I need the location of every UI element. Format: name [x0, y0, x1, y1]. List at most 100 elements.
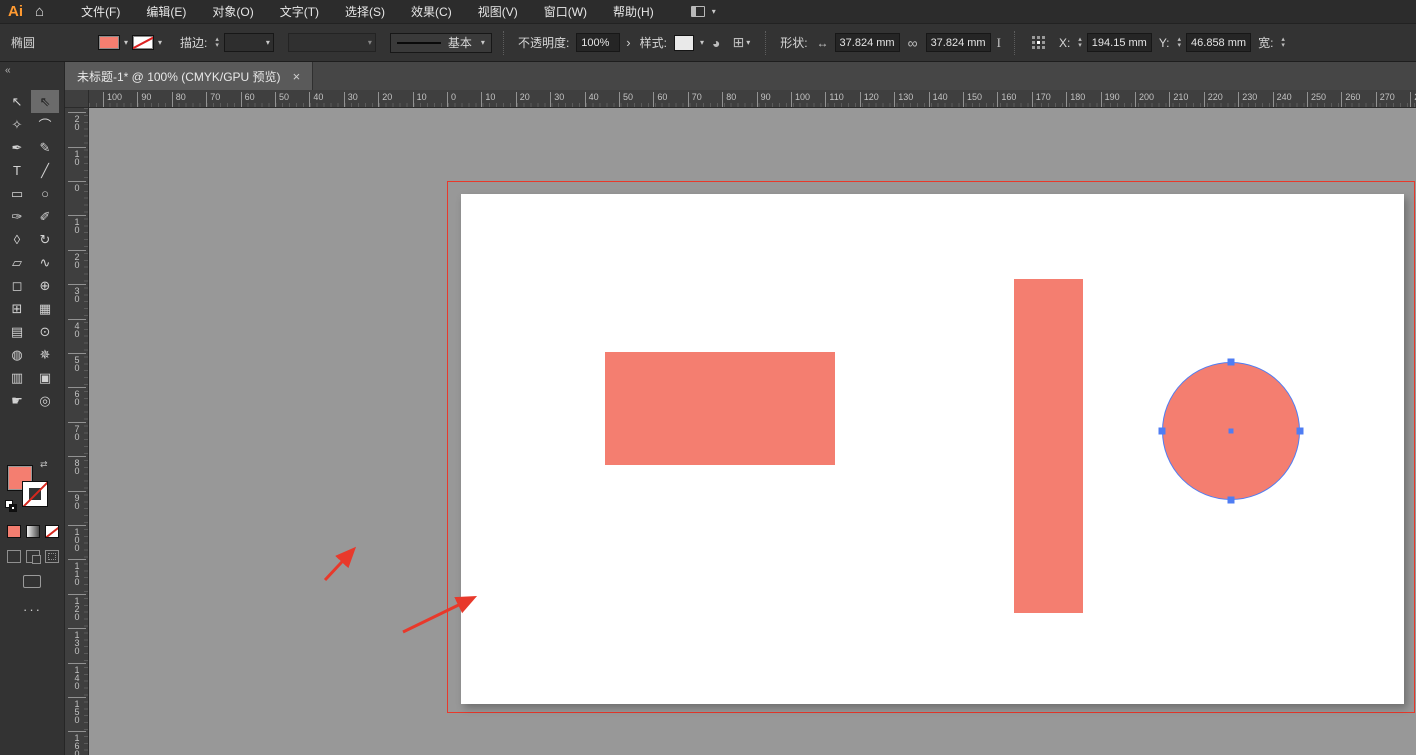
style-swatch[interactable]: [674, 35, 694, 51]
close-tab-icon[interactable]: ×: [293, 69, 301, 84]
artboard-tool[interactable]: ▣: [31, 366, 59, 389]
draw-inside-mode-icon[interactable]: [45, 550, 59, 563]
x-position-field[interactable]: 194.15 mm: [1087, 33, 1152, 52]
menu-file[interactable]: 文件(F): [68, 0, 133, 23]
ruler-label: 3 0: [68, 284, 86, 303]
x-stepper[interactable]: ▴▾: [1078, 37, 1082, 49]
free-transform-tool[interactable]: ◻: [3, 274, 31, 297]
anchor-point-left[interactable]: [1159, 428, 1166, 435]
canvas-area[interactable]: [89, 108, 1416, 755]
ruler-origin-corner[interactable]: [65, 90, 89, 108]
ref-point[interactable]: [1032, 46, 1035, 49]
menu-edit[interactable]: 编辑(E): [133, 0, 199, 23]
anchor-point-bottom[interactable]: [1228, 497, 1235, 504]
none-button[interactable]: [45, 525, 59, 538]
menu-effect[interactable]: 效果(C): [398, 0, 465, 23]
ellipse-tool[interactable]: ○: [31, 182, 59, 205]
menu-view[interactable]: 视图(V): [465, 0, 531, 23]
gradient-button[interactable]: [26, 525, 40, 538]
color-button[interactable]: [7, 525, 21, 538]
ref-point[interactable]: [1032, 36, 1035, 39]
fill-swatch[interactable]: [98, 35, 120, 50]
ref-point[interactable]: [1042, 46, 1045, 49]
menu-window[interactable]: 窗口(W): [531, 0, 600, 23]
stroke-weight-stepper[interactable]: ▴▾: [215, 37, 219, 49]
align-options-icon[interactable]: ⊞▾: [732, 34, 750, 51]
width-tool[interactable]: ∿: [31, 251, 59, 274]
rotate-tool[interactable]: ↻: [31, 228, 59, 251]
draw-behind-mode-icon[interactable]: [26, 550, 40, 563]
blend-tool[interactable]: ◍: [3, 343, 31, 366]
shape-height-field[interactable]: 37.824 mm: [926, 33, 991, 52]
perspective-grid-tool[interactable]: ⊞: [3, 297, 31, 320]
vertical-ruler[interactable]: 2 01 001 02 03 04 05 06 07 08 09 01 0 01…: [65, 108, 89, 755]
rectangle-tool[interactable]: ▭: [3, 182, 31, 205]
ref-point[interactable]: [1037, 36, 1040, 39]
ref-point-selected[interactable]: [1037, 41, 1040, 44]
width-profile-select[interactable]: ▾: [288, 33, 376, 52]
screen-mode-button[interactable]: [23, 575, 41, 588]
eyedropper-tool[interactable]: ⊙: [31, 320, 59, 343]
zoom-tool[interactable]: ◎: [31, 389, 59, 412]
draw-normal-mode-icon[interactable]: [7, 550, 21, 563]
symbol-sprayer-tool[interactable]: ✵: [31, 343, 59, 366]
ruler-label: 190: [1101, 92, 1120, 108]
control-bar: 椭圆 ▾ ▾ 描边: ▴▾ ▾ ▾ 基本 ▾ 不透明度: 100% › 样式: …: [0, 24, 1416, 62]
constrain-proportions-icon[interactable]: ∞: [908, 35, 918, 51]
center-point[interactable]: [1229, 429, 1234, 434]
pen-tool[interactable]: ✒: [3, 136, 31, 159]
anchor-point-top[interactable]: [1228, 359, 1235, 366]
shape-width-field[interactable]: 37.824 mm: [835, 33, 900, 52]
stroke-swatch[interactable]: [132, 35, 154, 50]
ref-point[interactable]: [1032, 41, 1035, 44]
pencil-tool[interactable]: ✐: [31, 205, 59, 228]
y-stepper[interactable]: ▴▾: [1178, 37, 1182, 49]
menu-type[interactable]: 文字(T): [267, 0, 332, 23]
anchor-point-right[interactable]: [1297, 428, 1304, 435]
opacity-field[interactable]: 100%: [576, 33, 620, 52]
salmon-rectangle-vertical[interactable]: [1014, 279, 1083, 613]
home-icon[interactable]: ⌂: [35, 3, 44, 20]
workspace-switcher[interactable]: ▾: [691, 6, 716, 17]
gradient-tool[interactable]: ▤: [3, 320, 31, 343]
menu-help[interactable]: 帮助(H): [600, 0, 667, 23]
ref-point[interactable]: [1042, 36, 1045, 39]
curvature-tool[interactable]: ✎: [31, 136, 59, 159]
recolor-artwork-icon[interactable]: ◕: [712, 35, 720, 51]
collapse-panel-icon[interactable]: «: [0, 62, 64, 78]
selection-tool[interactable]: ↖: [3, 90, 31, 113]
swap-fill-stroke-icon[interactable]: ⇄: [40, 459, 48, 470]
document-tab[interactable]: 未标题-1* @ 100% (CMYK/GPU 预览) ×: [65, 62, 313, 90]
default-fill-stroke-icon[interactable]: [5, 500, 19, 514]
ref-point[interactable]: [1037, 46, 1040, 49]
line-segment-tool[interactable]: ╱: [31, 159, 59, 182]
type-tool[interactable]: T: [3, 159, 31, 182]
magic-wand-tool[interactable]: ✧: [3, 113, 31, 136]
eraser-tool[interactable]: ◊: [3, 228, 31, 251]
stroke-weight-select[interactable]: ▾: [224, 33, 274, 52]
stroke-color-box[interactable]: [22, 481, 48, 507]
hand-tool[interactable]: ☛: [3, 389, 31, 412]
salmon-rectangle-horizontal[interactable]: [605, 352, 835, 465]
chevron-down-icon[interactable]: ▾: [700, 38, 704, 47]
width-stepper[interactable]: ▴▾: [1281, 37, 1285, 49]
stroke-color-control[interactable]: ▾: [132, 35, 162, 50]
mesh-tool[interactable]: ▦: [31, 297, 59, 320]
brush-definition-select[interactable]: 基本 ▾: [390, 33, 492, 53]
fill-color-control[interactable]: ▾: [98, 35, 128, 50]
lasso-tool[interactable]: ⌒: [31, 113, 59, 136]
menu-select[interactable]: 选择(S): [332, 0, 398, 23]
horizontal-ruler[interactable]: 1009080706050403020100102030405060708090…: [89, 90, 1416, 108]
paintbrush-tool[interactable]: ✑: [3, 205, 31, 228]
scale-tool[interactable]: ▱: [3, 251, 31, 274]
opacity-panel-arrow[interactable]: ›: [626, 35, 630, 50]
shape-builder-tool[interactable]: ⊕: [31, 274, 59, 297]
direct-selection-tool[interactable]: ⇖: [31, 90, 59, 113]
y-position-field[interactable]: 46.858 mm: [1186, 33, 1251, 52]
menu-object[interactable]: 对象(O): [199, 0, 266, 23]
reference-point-locator[interactable]: [1032, 36, 1046, 50]
more-tools-button[interactable]: ···: [0, 602, 65, 617]
ref-point[interactable]: [1042, 41, 1045, 44]
column-graph-tool[interactable]: ▥: [3, 366, 31, 389]
illustrator-logo[interactable]: Ai: [8, 3, 23, 20]
